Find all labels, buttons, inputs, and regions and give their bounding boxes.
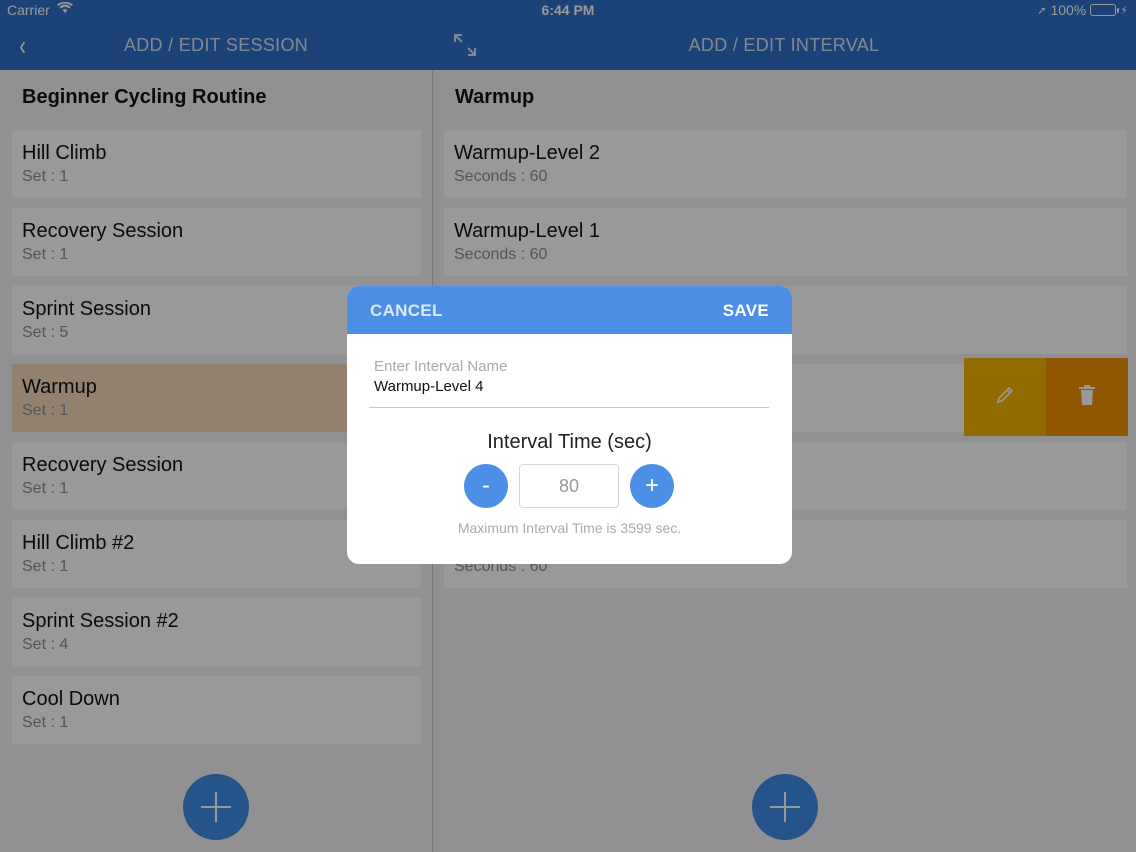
interval-edit-dialog: CANCEL SAVE Enter Interval Name Warmup-L… xyxy=(347,286,792,564)
save-button[interactable]: SAVE xyxy=(723,301,769,321)
max-time-note: Maximum Interval Time is 3599 sec. xyxy=(457,520,682,536)
interval-name-field[interactable]: Enter Interval Name Warmup-Level 4 xyxy=(369,356,769,408)
interval-name-placeholder: Enter Interval Name xyxy=(374,358,508,375)
interval-name-input[interactable]: Warmup-Level 4 xyxy=(374,378,754,395)
increment-button[interactable]: + xyxy=(630,464,674,508)
interval-time-input[interactable]: 80 xyxy=(519,464,619,508)
interval-time-label: Interval Time (sec) xyxy=(487,431,652,453)
decrement-button[interactable]: - xyxy=(464,464,508,508)
cancel-button[interactable]: CANCEL xyxy=(370,301,443,321)
dialog-header: CANCEL SAVE xyxy=(347,286,792,334)
